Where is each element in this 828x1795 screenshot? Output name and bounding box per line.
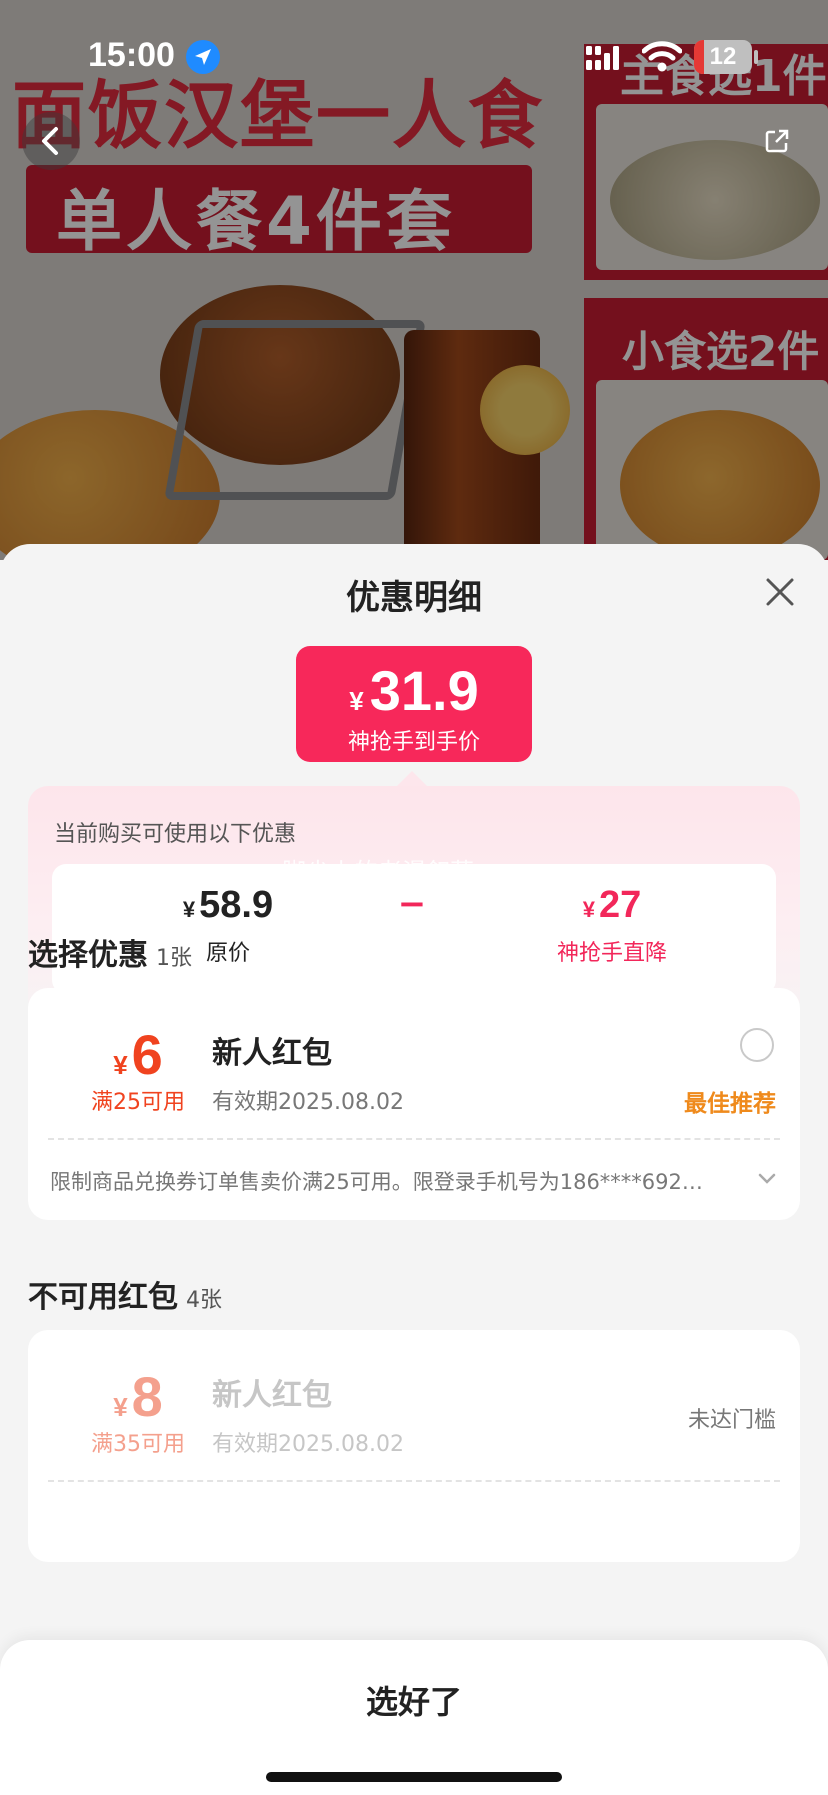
discount-detail-sheet: 优惠明细 ¥31.9 神抢手到手价 当前购买可使用以下优惠 ¥58.9 原价 −… [0,544,828,1795]
discount-summary: 当前购买可使用以下优惠 ¥58.9 原价 − ¥27 神抢手直降 脚尖上的老漫叙… [28,786,800,1018]
coupon-card-available[interactable]: ¥6 满25可用 新人红包 有效期2025.08.02 最佳推荐 限制商品兑换券… [28,988,800,1220]
sheet-title: 优惠明细 [346,578,482,618]
home-indicator [266,1772,562,1782]
coupon-validity: 有效期2025.08.02 [212,1432,404,1457]
unavailable-section-title: 不可用红包 4张 [28,1272,222,1316]
location-arrow-icon [186,40,220,74]
direct-discount-label: 神抢手直降 [556,941,667,966]
coupon-description: 限制商品兑换券订单售卖价满25可用。限登录手机号为186****6925... [50,1170,710,1194]
coupon-condition: 满25可用 [91,1090,185,1115]
battery-tip [754,50,758,64]
back-button[interactable] [22,112,80,170]
available-title-text: 选择优惠 [28,938,148,973]
confirm-button[interactable]: 选好了 [0,1672,828,1732]
coupon-amount: ¥6 [68,1022,208,1087]
wifi-icon [642,41,682,72]
original-price-currency: ¥ [182,897,196,922]
watermark-text: 脚尖上的老漫叙菜 [282,858,474,886]
coupon-value: 8 [131,1365,163,1428]
final-price-amount: 31.9 [369,659,479,722]
coupon-currency: ¥ [113,1392,128,1422]
battery-level: 12 [709,43,737,70]
coupon-card-unavailable: ¥8 满35可用 新人红包 有效期2025.08.02 未达门槛 [28,1330,800,1562]
coupon-select-radio[interactable] [740,1028,774,1062]
status-time: 15:00 [88,36,175,74]
chevron-left-icon [42,127,58,155]
cellular-signal-icon [586,46,619,70]
divider [48,1480,780,1482]
final-price-label: 神抢手到手价 [347,730,480,755]
best-recommend-tag: 最佳推荐 [684,1091,776,1117]
divider [48,1138,780,1140]
coupon-amount: ¥8 [68,1364,208,1429]
final-price-currency: ¥ [349,686,364,716]
share-icon[interactable] [764,128,790,154]
final-price-badge: ¥31.9 神抢手到手价 [296,646,532,762]
chevron-down-icon[interactable] [758,1172,776,1186]
original-price-amount: 58.9 [199,884,274,926]
direct-discount: ¥27 神抢手直降 [462,884,762,967]
threshold-not-met-tag: 未达门槛 [687,1408,776,1433]
coupon-value: 6 [131,1023,163,1086]
bottom-action-bar: 选好了 [0,1640,828,1795]
status-bar: 15:00 12 [0,0,828,110]
unavailable-count: 4张 [186,1288,222,1313]
coupon-name: 新人红包 [212,1036,332,1071]
available-count: 1张 [156,946,192,971]
coupon-validity: 有效期2025.08.02 [212,1090,404,1115]
direct-discount-currency: ¥ [582,897,595,922]
unavailable-title-text: 不可用红包 [28,1280,178,1315]
coupon-name: 新人红包 [212,1378,332,1413]
battery-icon: 12 [694,40,752,74]
coupon-condition: 满35可用 [91,1432,185,1457]
close-icon[interactable] [762,574,798,610]
minus-sign: − [397,884,427,924]
available-section-title: 选择优惠 1张 [28,930,192,974]
direct-discount-amount: 27 [598,884,642,926]
summary-hint: 当前购买可使用以下优惠 [54,822,297,847]
coupon-currency: ¥ [113,1050,128,1080]
